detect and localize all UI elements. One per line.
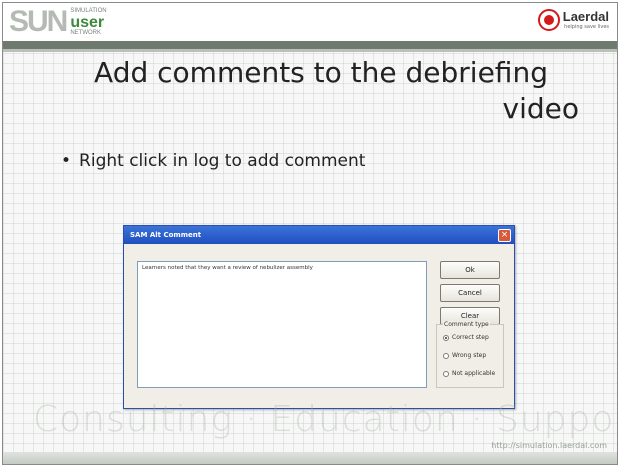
- header-divider-stripe: [3, 49, 617, 52]
- comment-type-group: Comment type Correct step Wrong step Not…: [436, 321, 504, 388]
- radio-not-applicable[interactable]: Not applicable: [443, 370, 495, 377]
- bullet-point: Right click in log to add comment: [61, 151, 365, 171]
- logo-sun-text: SUN: [9, 5, 68, 38]
- radio-wrong-step-label: Wrong step: [452, 352, 487, 359]
- logo-user-text: user: [70, 13, 105, 31]
- laerdal-logo: Laerdal helping save lives: [537, 9, 609, 31]
- radio-correct-step-label: Correct step: [452, 334, 489, 341]
- ok-button[interactable]: Ok: [440, 261, 500, 279]
- dialog-title: SAM Alt Comment: [130, 231, 202, 239]
- sun-user-network-logo: SUN SIMULATION user NETWORK: [9, 7, 107, 37]
- footer-stripe: [3, 452, 617, 464]
- slide-title-line1: Add comments to the debriefing: [94, 56, 548, 89]
- slide-title: Add comments to the debriefing video: [43, 55, 579, 127]
- dialog-titlebar[interactable]: SAM Alt Comment ×: [124, 226, 514, 244]
- radio-correct-step[interactable]: Correct step: [443, 334, 489, 341]
- comment-textarea[interactable]: Learners noted that they want a review o…: [137, 261, 427, 388]
- laerdal-brand-name: Laerdal: [562, 9, 609, 24]
- comment-dialog: SAM Alt Comment × Learners noted that th…: [123, 225, 515, 409]
- radio-unselected-icon: [443, 370, 449, 377]
- cancel-button[interactable]: Cancel: [440, 284, 500, 302]
- laerdal-tagline: helping save lives: [564, 24, 609, 30]
- footer-url: http://simulation.laerdal.com: [491, 441, 607, 450]
- header-divider-bar: [3, 41, 617, 49]
- radio-unselected-icon: [443, 352, 449, 359]
- laerdal-emblem-icon: [537, 9, 560, 31]
- slide: SUN SIMULATION user NETWORK Laerdal help…: [2, 2, 618, 465]
- logo-network-text: NETWORK: [70, 29, 102, 36]
- slide-title-line2: video: [502, 92, 579, 125]
- radio-not-applicable-label: Not applicable: [452, 370, 496, 377]
- slide-header: SUN SIMULATION user NETWORK Laerdal help…: [3, 3, 617, 41]
- close-icon[interactable]: ×: [498, 228, 511, 242]
- radio-selected-icon: [443, 334, 449, 341]
- comment-type-label: Comment type: [443, 321, 490, 328]
- radio-wrong-step[interactable]: Wrong step: [443, 352, 486, 359]
